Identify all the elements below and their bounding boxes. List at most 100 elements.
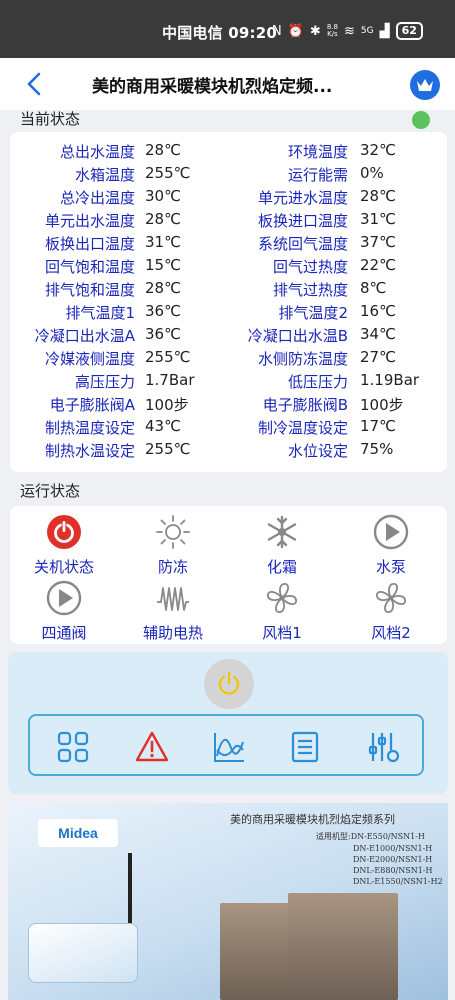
param-label: 冷媒液侧温度 xyxy=(44,350,135,368)
warning-icon[interactable] xyxy=(135,730,169,764)
run-item-label: 风档1 xyxy=(262,624,302,642)
sun-icon xyxy=(156,515,190,549)
run-item-water-pump[interactable]: 水泵 xyxy=(341,514,441,577)
param-value: 32℃ xyxy=(360,141,396,159)
param-label: 水位设定 xyxy=(287,442,348,460)
param-row: 制热水温设定 255℃ 水位设定 75% xyxy=(10,440,447,463)
nfc-icon: N xyxy=(272,23,282,39)
run-item-fan-speed-1[interactable]: 风档1 xyxy=(232,580,332,643)
param-value: 255℃ xyxy=(145,440,191,458)
param-row: 水箱温度 255℃ 运行能需 0% xyxy=(10,164,447,187)
model-item: DN-E1000/NSN1-H xyxy=(353,844,433,853)
line-chart-icon[interactable] xyxy=(212,730,246,764)
param-label: 制热温度设定 xyxy=(44,419,135,437)
param-label: 排气温度1 xyxy=(65,304,135,322)
back-icon[interactable] xyxy=(24,71,46,97)
status-bar: 中国电信 09:20 N ⏰ ✱ 8.8 K/s ≋ 5G ▟ 62 xyxy=(0,0,455,58)
list-document-icon[interactable] xyxy=(288,730,322,764)
param-row: 高压压力 1.7Bar 低压压力 1.19Bar xyxy=(10,371,447,394)
run-item-four-way-valve[interactable]: 四通阀 xyxy=(14,580,114,643)
param-value: 27℃ xyxy=(360,348,396,366)
param-value: 1.19Bar xyxy=(360,371,420,389)
param-value: 36℃ xyxy=(145,325,181,343)
param-label: 制冷温度设定 xyxy=(257,419,348,437)
param-value: 28℃ xyxy=(145,141,181,159)
run-item-fan-speed-2[interactable]: 风档2 xyxy=(341,580,441,643)
param-row: 排气温度1 36℃ 排气温度2 16℃ xyxy=(10,302,447,325)
param-label: 电子膨胀阀B xyxy=(262,396,348,414)
model-item: DNL-E1550/NSN1-H2 xyxy=(353,877,443,886)
param-value: 43℃ xyxy=(145,417,181,435)
heat-pump-unit-image xyxy=(288,893,398,1000)
run-item-antifreeze[interactable]: 防冻 xyxy=(123,514,223,577)
param-value: 31℃ xyxy=(360,210,396,228)
power-icon xyxy=(218,671,240,695)
param-value: 255℃ xyxy=(145,348,191,366)
param-label: 排气温度2 xyxy=(278,304,348,322)
param-label: 板换出口温度 xyxy=(44,235,135,253)
param-label: 水侧防冻温度 xyxy=(257,350,348,368)
online-indicator xyxy=(412,111,430,129)
product-banner[interactable]: Midea 美的商用采暖模块机烈焰定频系列 适用机型:DN-E550/NSN1-… xyxy=(8,803,448,1000)
param-value: 30℃ xyxy=(145,187,181,205)
param-label: 单元进水温度 xyxy=(257,189,348,207)
model-item: DN-E2000/NSN1-H xyxy=(353,855,433,864)
tool-bar xyxy=(28,714,424,776)
run-item-power-state[interactable]: 关机状态 xyxy=(14,514,114,577)
play-circle-icon xyxy=(46,580,82,616)
param-label: 单元出水温度 xyxy=(44,212,135,230)
param-label: 排气饱和温度 xyxy=(44,281,135,299)
page-title: 美的商用采暖模块机烈焰定频... xyxy=(92,77,333,97)
model-heading: 适用机型:DN-E550/NSN1-H xyxy=(316,832,425,841)
vip-button[interactable] xyxy=(410,70,440,100)
settings-sliders-icon[interactable] xyxy=(367,730,401,764)
param-row: 总冷出温度 30℃ 单元进水温度 28℃ xyxy=(10,187,447,210)
power-off-icon xyxy=(47,515,81,549)
status-icons: N ⏰ ✱ 8.8 K/s ≋ 5G ▟ 62 xyxy=(272,22,423,40)
param-row: 排气饱和温度 28℃ 排气过热度 8℃ xyxy=(10,279,447,302)
param-value: 8℃ xyxy=(360,279,387,297)
run-item-defrost[interactable]: 化霜 xyxy=(232,514,332,577)
param-label: 回气饱和温度 xyxy=(44,258,135,276)
param-label: 总出水温度 xyxy=(59,143,135,161)
param-row: 板换出口温度 31℃ 系统回气温度 37℃ xyxy=(10,233,447,256)
param-row: 单元出水温度 28℃ 板换进口温度 31℃ xyxy=(10,210,447,233)
param-value: 28℃ xyxy=(145,210,181,228)
run-status-title: 运行状态 xyxy=(20,482,81,500)
param-label: 总冷出温度 xyxy=(59,189,135,207)
param-value: 31℃ xyxy=(145,233,181,251)
battery-icon: 62 xyxy=(395,22,423,40)
param-label: 冷凝口出水温A xyxy=(34,327,135,345)
heater-coil-icon xyxy=(157,587,189,611)
param-value: 28℃ xyxy=(145,279,181,297)
play-circle-icon xyxy=(373,514,409,550)
param-label: 排气过热度 xyxy=(272,281,348,299)
parameters-card: 总出水温度 28℃ 环境温度 32℃ 水箱温度 255℃ 运行能需 0% 总冷出… xyxy=(10,132,447,472)
fan-icon xyxy=(267,583,297,613)
param-row: 总出水温度 28℃ 环境温度 32℃ xyxy=(10,141,447,164)
param-label: 系统回气温度 xyxy=(257,235,348,253)
param-value: 22℃ xyxy=(360,256,396,274)
param-value: 37℃ xyxy=(360,233,396,251)
run-item-label: 辅助电热 xyxy=(142,624,203,642)
fan-icon xyxy=(376,583,406,613)
model-item: DNL-E880/NSN1-H xyxy=(353,866,433,875)
signal-label: 5G xyxy=(360,26,374,36)
param-value: 15℃ xyxy=(145,256,181,274)
wifi-icon: ≋ xyxy=(343,23,355,39)
param-value: 28℃ xyxy=(360,187,396,205)
param-value: 34℃ xyxy=(360,325,396,343)
param-label: 回气过热度 xyxy=(272,258,348,276)
param-row: 电子膨胀阀A 100步 电子膨胀阀B 100步 xyxy=(10,394,447,417)
param-value: 255℃ xyxy=(145,164,191,182)
bluetooth-icon: ✱ xyxy=(309,23,321,39)
param-value: 75% xyxy=(360,440,394,458)
power-button[interactable] xyxy=(204,659,254,709)
current-status-title: 当前状态 xyxy=(20,110,81,128)
param-row: 制热温度设定 43℃ 制冷温度设定 17℃ xyxy=(10,417,447,440)
grid-menu-icon[interactable] xyxy=(56,730,90,764)
brand-logo: Midea xyxy=(38,819,118,847)
param-label: 低压压力 xyxy=(287,373,348,391)
run-item-aux-heater[interactable]: 辅助电热 xyxy=(123,580,223,643)
control-panel xyxy=(8,652,448,794)
